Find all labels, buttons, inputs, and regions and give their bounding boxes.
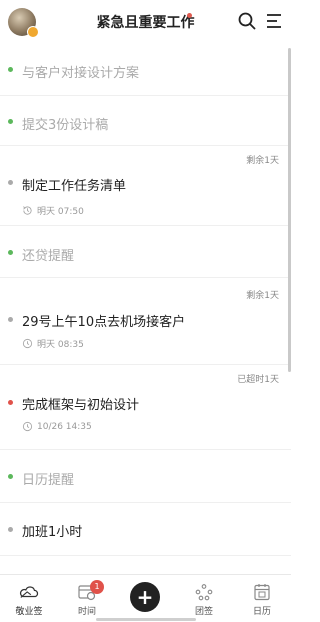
clock-icon (22, 421, 33, 432)
notification-badge: 1 (90, 580, 104, 594)
home-indicator (96, 618, 196, 621)
task-title: 还贷提醒 (22, 249, 75, 264)
status-dot (8, 67, 13, 72)
nav-item-team[interactable]: 团签 (175, 575, 233, 622)
task-list[interactable]: 与客户对接设计方案 提交3份设计稿 剩余1天 制定工作任务清单 明天 07:50… (0, 44, 291, 574)
task-item[interactable]: 已超时1天 完成框架与初始设计 10/26 14:35 (0, 365, 291, 450)
nav-label: 时间 (77, 607, 96, 617)
status-dot (8, 180, 13, 185)
task-item[interactable]: 剩余1天 制定工作任务清单 明天 07:50 (0, 146, 291, 226)
nav-label: 敬业签 (15, 607, 43, 617)
task-title: 制定工作任务清单 (22, 179, 127, 194)
status-dot (8, 317, 13, 322)
task-title: 29号上午10点去机场接客户 (22, 315, 186, 330)
task-item[interactable]: 还贷提醒 (0, 226, 291, 278)
task-title: 与客户对接设计方案 (22, 66, 140, 81)
nav-label: 团签 (194, 607, 213, 617)
reminder-time-text: 10/26 14:35 (37, 421, 92, 432)
status-dot (8, 400, 13, 405)
task-item[interactable]: 剩余1天 29号上午10点去机场接客户 明天 08:35 (0, 278, 291, 365)
reminder-time-text: 明天 08:35 (37, 340, 84, 350)
nav-label: 日历 (252, 607, 271, 617)
nav-item-calendar[interactable]: 日历 (233, 575, 291, 622)
title-indicator-dot (187, 13, 192, 18)
status-dot (8, 250, 13, 255)
reminder-time: 明天 08:35 (22, 337, 84, 350)
nav-item-jingyeqian[interactable]: 敬业签 (0, 575, 58, 622)
remaining-time: 剩余1天 (246, 156, 279, 166)
status-dot (8, 119, 13, 124)
repeat-clock-icon (23, 206, 32, 215)
status-dot (8, 527, 13, 532)
task-item[interactable]: 提交3份设计稿 (0, 96, 291, 146)
task-title: 日历提醒 (22, 473, 75, 488)
status-dot (8, 474, 13, 479)
add-task-button[interactable]: + (130, 582, 160, 612)
reminder-time-text: 明天 07:50 (37, 207, 84, 217)
reminder-time: 10/26 14:35 (22, 421, 92, 432)
search-icon[interactable] (237, 11, 257, 31)
task-title: 完成框架与初始设计 (22, 398, 140, 413)
menu-icon[interactable] (264, 11, 284, 31)
scrollbar[interactable] (288, 48, 291, 372)
clock-icon (22, 338, 33, 349)
team-icon (195, 584, 213, 601)
task-item[interactable]: 与客户对接设计方案 (0, 44, 291, 96)
remaining-time: 剩余1天 (246, 291, 279, 301)
task-title: 加班1小时 (22, 525, 83, 540)
task-title: 提交3份设计稿 (22, 118, 109, 133)
task-item[interactable]: 日历提醒 (0, 450, 291, 503)
task-item[interactable]: 加班1小时 (0, 503, 291, 556)
bottom-nav: 敬业签 1 时间 + 团签 日历 (0, 574, 291, 622)
overdue-time: 已超时1天 (237, 375, 279, 385)
calendar-icon (254, 584, 270, 601)
top-bar: 紧急且重要工作 (0, 0, 291, 44)
nav-item-time[interactable]: 1 时间 (58, 575, 116, 622)
reminder-time: 明天 07:50 (22, 204, 84, 217)
cloud-icon (19, 586, 39, 598)
